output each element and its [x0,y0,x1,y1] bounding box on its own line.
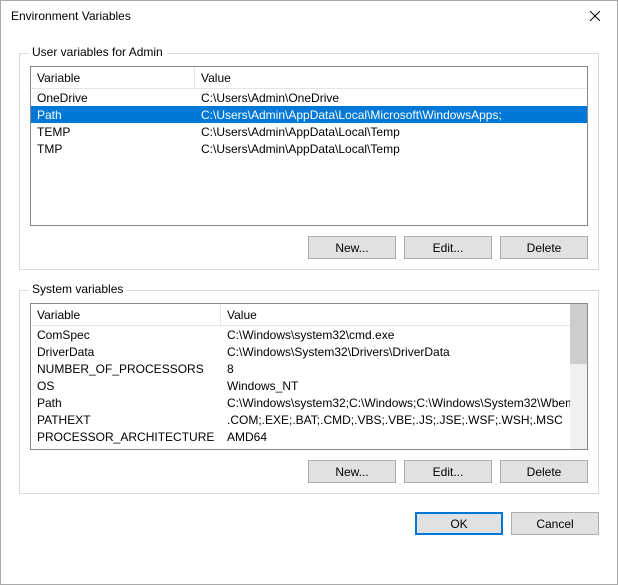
window-title: Environment Variables [11,9,572,23]
table-row[interactable]: NUMBER_OF_PROCESSORS8 [31,360,570,377]
variable-value: C:\Users\Admin\OneDrive [195,91,587,105]
variable-name: NUMBER_OF_PROCESSORS [31,362,221,376]
variable-name: ComSpec [31,328,221,342]
system-delete-button[interactable]: Delete [500,460,588,483]
user-edit-button[interactable]: Edit... [404,236,492,259]
table-row[interactable]: DriverDataC:\Windows\System32\Drivers\Dr… [31,343,570,360]
variable-name: Path [31,396,221,410]
table-row[interactable]: OneDriveC:\Users\Admin\OneDrive [31,89,587,106]
variable-name: OS [31,379,221,393]
variable-value: C:\Windows\system32;C:\Windows;C:\Window… [221,396,570,410]
table-row[interactable]: PathC:\Users\Admin\AppData\Local\Microso… [31,106,587,123]
variable-value: AMD64 [221,430,570,444]
variable-name: TMP [31,142,195,156]
variable-value: .COM;.EXE;.BAT;.CMD;.VBS;.VBE;.JS;.JSE;.… [221,413,570,427]
table-row[interactable]: PathC:\Windows\system32;C:\Windows;C:\Wi… [31,394,570,411]
variable-name: DriverData [31,345,221,359]
close-icon [590,11,600,21]
system-variables-legend: System variables [28,282,127,296]
variable-value: C:\Windows\System32\Drivers\DriverData [221,345,570,359]
table-row[interactable]: TMPC:\Users\Admin\AppData\Local\Temp [31,140,587,157]
system-variables-list[interactable]: Variable Value ComSpecC:\Windows\system3… [30,303,588,450]
column-header-value[interactable]: Value [221,308,587,322]
table-row[interactable]: OSWindows_NT [31,377,570,394]
variable-name: Path [31,108,195,122]
variable-value: 8 [221,362,570,376]
variable-value: C:\Users\Admin\AppData\Local\Microsoft\W… [195,108,587,122]
variable-name: TEMP [31,125,195,139]
user-variables-group: User variables for Admin Variable Value … [19,53,599,270]
column-header-variable[interactable]: Variable [31,67,195,88]
variable-name: OneDrive [31,91,195,105]
system-new-button[interactable]: New... [308,460,396,483]
titlebar: Environment Variables [1,1,617,31]
system-variables-group: System variables Variable Value ComSpecC… [19,290,599,494]
scrollbar-thumb[interactable] [570,304,587,364]
column-header-value[interactable]: Value [195,71,587,85]
variable-value: C:\Windows\system32\cmd.exe [221,328,570,342]
vertical-scrollbar[interactable] [570,304,587,449]
table-row[interactable]: TEMPC:\Users\Admin\AppData\Local\Temp [31,123,587,140]
table-row[interactable]: PROCESSOR_ARCHITECTUREAMD64 [31,428,570,445]
user-delete-button[interactable]: Delete [500,236,588,259]
user-list-header: Variable Value [31,67,587,89]
user-variables-list[interactable]: Variable Value OneDriveC:\Users\Admin\On… [30,66,588,226]
column-header-variable[interactable]: Variable [31,304,221,325]
table-row[interactable]: ComSpecC:\Windows\system32\cmd.exe [31,326,570,343]
table-row[interactable]: PATHEXT.COM;.EXE;.BAT;.CMD;.VBS;.VBE;.JS… [31,411,570,428]
variable-value: Windows_NT [221,379,570,393]
close-button[interactable] [572,1,617,31]
system-list-header: Variable Value [31,304,587,326]
ok-button[interactable]: OK [415,512,503,535]
variable-name: PROCESSOR_ARCHITECTURE [31,430,221,444]
cancel-button[interactable]: Cancel [511,512,599,535]
variable-name: PATHEXT [31,413,221,427]
variable-value: C:\Users\Admin\AppData\Local\Temp [195,142,587,156]
system-edit-button[interactable]: Edit... [404,460,492,483]
variable-value: C:\Users\Admin\AppData\Local\Temp [195,125,587,139]
user-variables-legend: User variables for Admin [28,45,167,59]
user-new-button[interactable]: New... [308,236,396,259]
